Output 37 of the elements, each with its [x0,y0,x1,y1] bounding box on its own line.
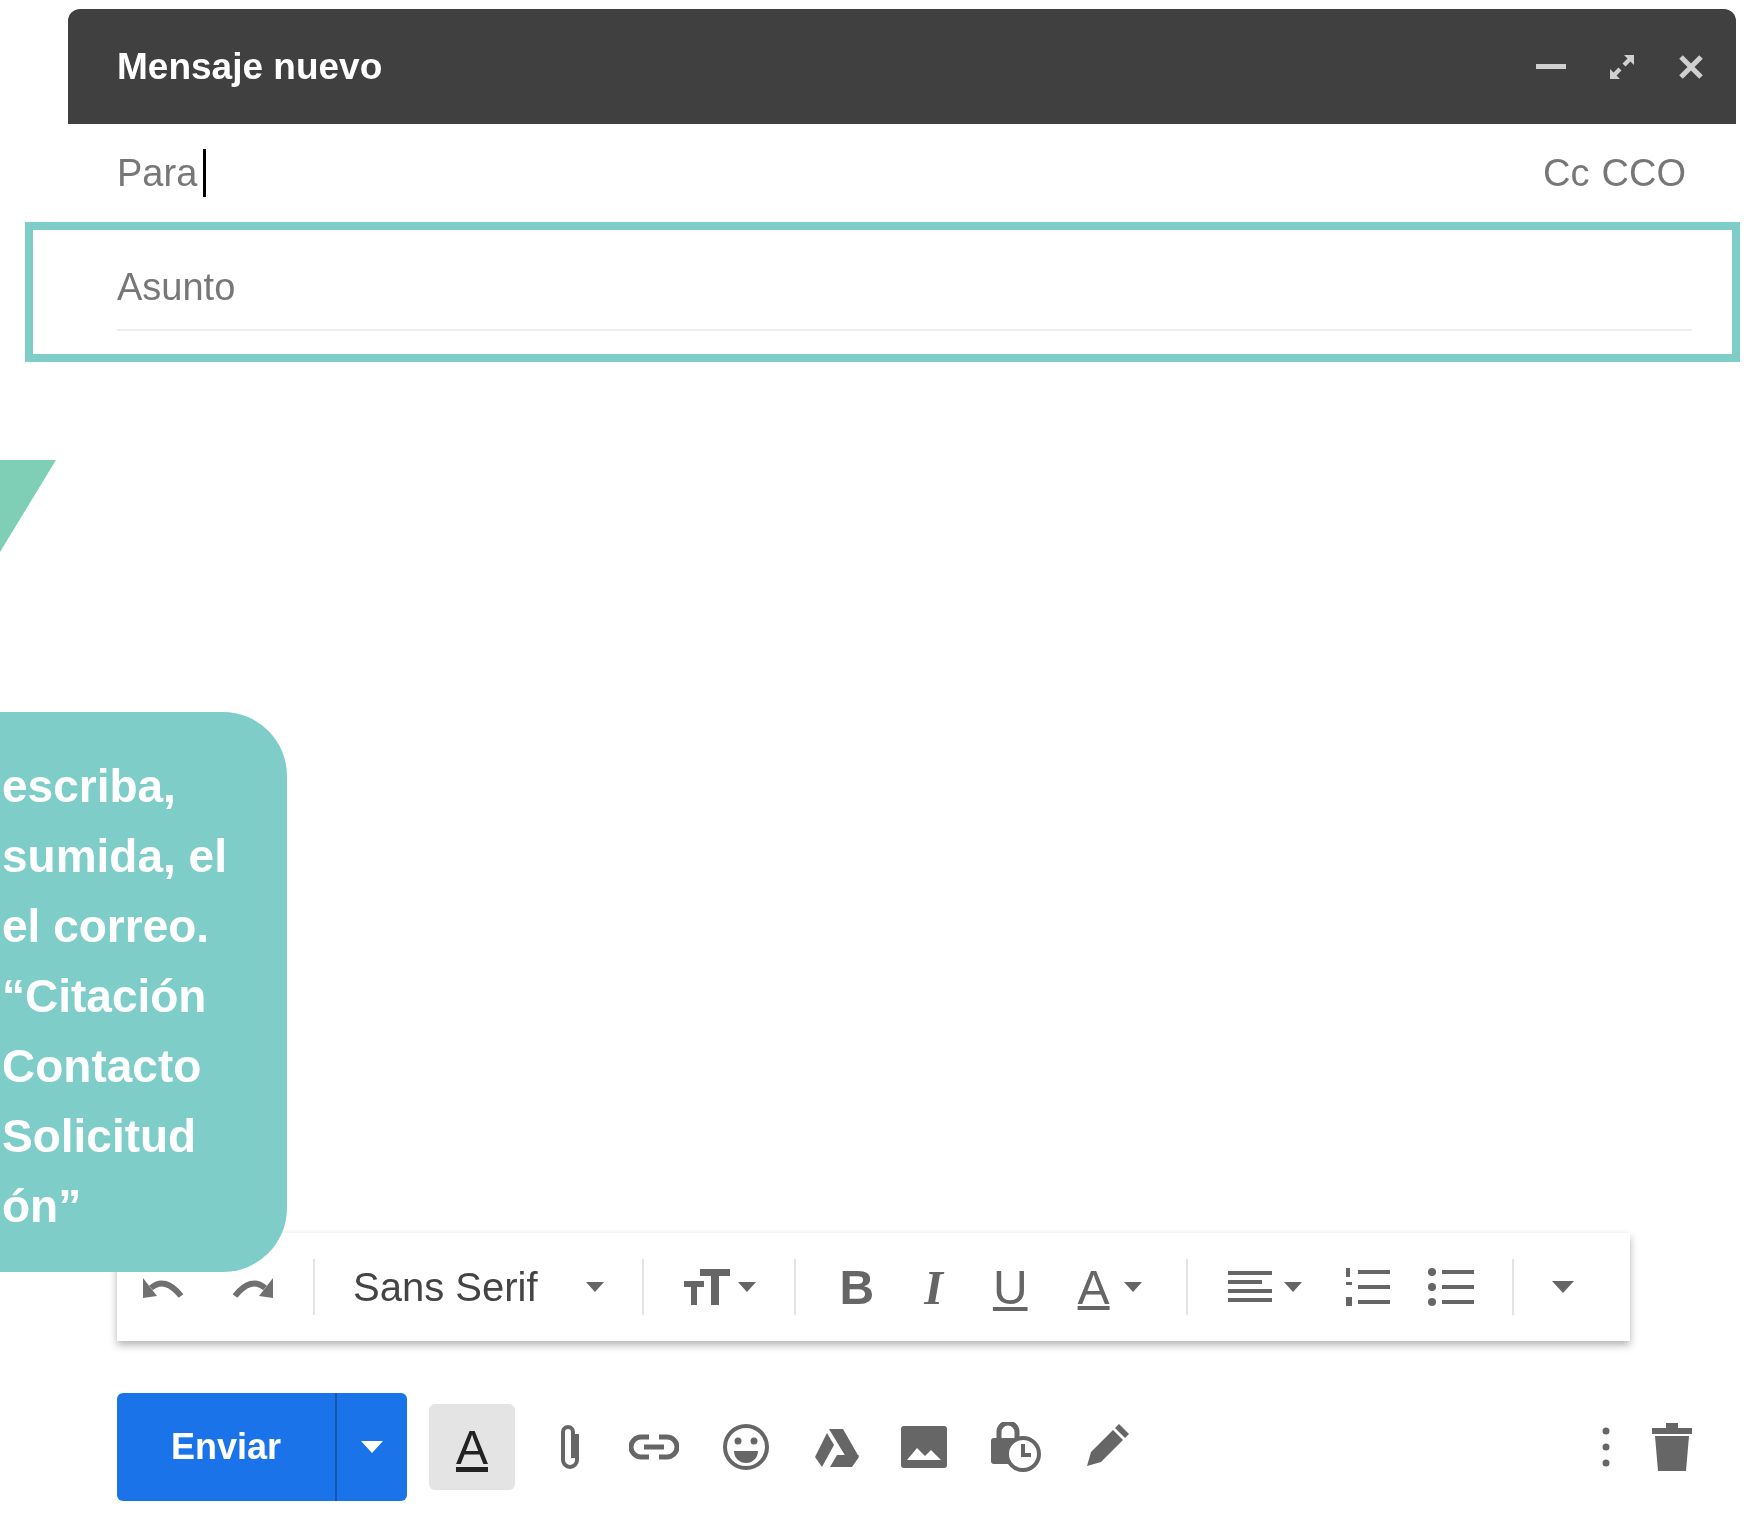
window-title: Mensaje nuevo [117,45,383,88]
link-icon[interactable] [629,1432,679,1462]
callout-text: escriba, [2,762,176,811]
italic-button[interactable]: I [918,1259,949,1315]
formatting-options-button[interactable]: A [429,1404,515,1490]
font-dropdown[interactable]: Sans Serif [353,1264,604,1310]
text-size-icon[interactable] [681,1267,756,1307]
caret-icon [361,1441,383,1453]
send-button[interactable]: Enviar [117,1393,335,1501]
more-options-icon[interactable] [1602,1427,1610,1467]
callout-text: el correo. [2,902,210,951]
smiley-icon[interactable] [721,1422,771,1472]
text-color-button[interactable]: A [1071,1259,1148,1315]
bulleted-list-icon[interactable] [1427,1266,1474,1308]
caret-icon [1123,1282,1142,1292]
bold-button[interactable]: B [833,1259,881,1315]
underline-button[interactable]: U [986,1259,1034,1315]
lock-clock-icon[interactable] [989,1422,1041,1472]
recipient-link[interactable]: Cc [1543,151,1590,195]
callout-text: ón” [2,1182,82,1231]
close-icon[interactable] [1678,53,1704,80]
numbered-list-icon[interactable] [1343,1266,1390,1308]
callout-text: “Citación [2,972,207,1021]
callout-text: Solicitud [2,1112,197,1161]
send-options-button[interactable] [335,1393,407,1501]
callout-text: Contacto [2,1042,202,1091]
subject-field[interactable]: Asunto [117,253,1692,331]
recipient-link[interactable]: CCO [1601,151,1686,195]
minimize-icon[interactable] [1536,63,1566,70]
triangle-drive-icon[interactable] [813,1427,859,1467]
caret-icon [585,1282,604,1292]
recipient-field[interactable]: Para [117,149,207,197]
expand-icon[interactable] [1608,52,1636,81]
trash-icon[interactable] [1652,1423,1692,1471]
callout-text: sumida, el [2,832,227,881]
image-icon[interactable] [901,1426,947,1468]
caret-icon[interactable] [1551,1281,1574,1293]
